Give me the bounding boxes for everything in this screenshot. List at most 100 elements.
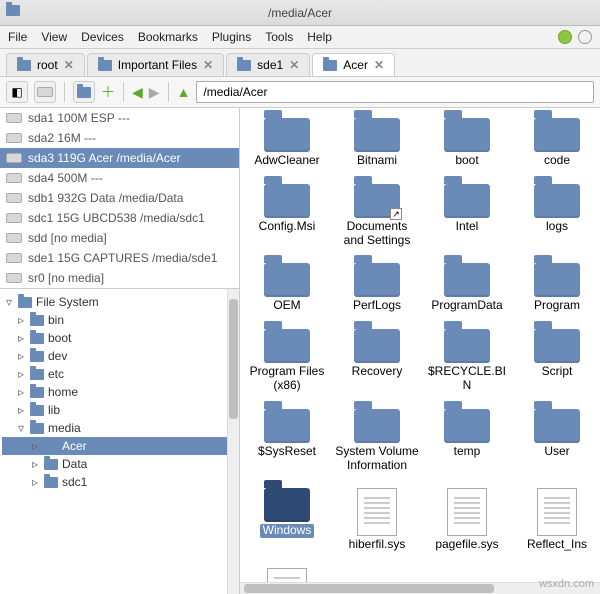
tree-node-bin[interactable]: ▹bin: [2, 311, 237, 329]
tree-label: lib: [48, 403, 60, 417]
device-row[interactable]: sda3 119G Acer /media/Acer: [0, 148, 239, 168]
folder-bitnami[interactable]: Bitnami: [334, 118, 420, 168]
folder--sysreset[interactable]: $SysReset: [244, 409, 330, 473]
folder-icon: [444, 329, 490, 363]
menu-file[interactable]: File: [8, 30, 27, 44]
device-row[interactable]: sde1 15G CAPTURES /media/sde1: [0, 248, 239, 268]
menu-help[interactable]: Help: [307, 30, 332, 44]
expand-icon[interactable]: ▿: [4, 295, 14, 309]
tree-label: File System: [36, 295, 99, 309]
tree-node-acer[interactable]: ▹Acer: [2, 437, 237, 455]
folder-oem[interactable]: OEM: [244, 263, 330, 313]
folder-perflogs[interactable]: PerfLogs: [334, 263, 420, 313]
device-label: sr0 [no media]: [28, 271, 104, 285]
folder-icon: [444, 118, 490, 152]
file-reflect-ins[interactable]: Reflect_Ins: [514, 488, 600, 552]
expand-icon[interactable]: ▹: [30, 475, 40, 489]
up-button[interactable]: ▲: [177, 84, 191, 100]
address-bar[interactable]: [196, 81, 594, 103]
tree-node-etc[interactable]: ▹etc: [2, 365, 237, 383]
folder-script[interactable]: Script: [514, 329, 600, 393]
add-icon[interactable]: ＋: [101, 82, 115, 102]
tree-node-file-system[interactable]: ▿ File System: [2, 293, 237, 311]
tree-scrollbar[interactable]: [227, 289, 239, 594]
tab-label: Acer: [343, 58, 368, 72]
item-label: PerfLogs: [353, 299, 401, 313]
file-hiberfil-sys[interactable]: hiberfil.sys: [334, 488, 420, 552]
close-icon[interactable]: ✕: [374, 58, 384, 72]
close-icon[interactable]: ✕: [203, 58, 213, 72]
expand-icon[interactable]: ▹: [16, 331, 26, 345]
folder-system-volume-information[interactable]: System Volume Information: [334, 409, 420, 473]
folder-icon: [534, 263, 580, 297]
expand-icon[interactable]: ▹: [16, 313, 26, 327]
menu-bookmarks[interactable]: Bookmarks: [138, 30, 198, 44]
menu-plugins[interactable]: Plugins: [212, 30, 251, 44]
folder-icon: [534, 118, 580, 152]
tree-node-lib[interactable]: ▹ lib: [2, 401, 237, 419]
folder-config-msi[interactable]: Config.Msi: [244, 184, 330, 248]
tree-node-home[interactable]: ▹home: [2, 383, 237, 401]
expand-icon[interactable]: ▹: [16, 349, 26, 363]
folder-logs[interactable]: logs: [514, 184, 600, 248]
tab-root[interactable]: root✕: [6, 53, 85, 76]
device-row[interactable]: sda4 500M ---: [0, 168, 239, 188]
drive-button[interactable]: [34, 81, 56, 103]
expand-icon[interactable]: ▹: [16, 367, 26, 381]
close-icon[interactable]: ✕: [289, 58, 299, 72]
expand-icon[interactable]: ▹: [16, 385, 26, 399]
folder-icon: [354, 409, 400, 443]
folder-windows[interactable]: Windows: [244, 488, 330, 552]
folder-recovery[interactable]: Recovery: [334, 329, 420, 393]
folder-icon: [30, 333, 44, 344]
close-icon[interactable]: ✕: [64, 58, 74, 72]
tab-label: Important Files: [118, 58, 197, 72]
expand-icon[interactable]: ▹: [16, 403, 26, 417]
folder-user[interactable]: User: [514, 409, 600, 473]
folder-intel[interactable]: Intel: [424, 184, 510, 248]
tree-node-boot[interactable]: ▹boot: [2, 329, 237, 347]
folder-icon: [354, 118, 400, 152]
tree-node-sdc1[interactable]: ▹sdc1: [2, 473, 237, 491]
device-row[interactable]: sdd [no media]: [0, 228, 239, 248]
folder--recycle-bin[interactable]: $RECYCLE.BIN: [424, 329, 510, 393]
back-button[interactable]: ◀: [132, 84, 143, 101]
device-row[interactable]: sdc1 15G UBCD538 /media/sdc1: [0, 208, 239, 228]
expand-icon[interactable]: ▹: [30, 457, 40, 471]
tree-node-media[interactable]: ▿media: [2, 419, 237, 437]
folder-code[interactable]: code: [514, 118, 600, 168]
folder-boot[interactable]: boot: [424, 118, 510, 168]
expand-icon[interactable]: ▹: [30, 439, 40, 453]
menu-devices[interactable]: Devices: [81, 30, 124, 44]
expand-icon[interactable]: ▿: [16, 421, 26, 435]
device-label: sdd [no media]: [28, 231, 107, 245]
folder-program[interactable]: Program: [514, 263, 600, 313]
tab-acer[interactable]: Acer ✕: [312, 53, 395, 76]
item-label: AdwCleaner: [254, 154, 319, 168]
folder-icon: ↗: [354, 184, 400, 218]
tree-node-dev[interactable]: ▹dev: [2, 347, 237, 365]
tree-node-data[interactable]: ▹Data: [2, 455, 237, 473]
status-dot-green[interactable]: [558, 30, 572, 44]
folder-adwcleaner[interactable]: AdwCleaner: [244, 118, 330, 168]
device-row[interactable]: sdb1 932G Data /media/Data: [0, 188, 239, 208]
folder-program-files-x86-[interactable]: Program Files (x86): [244, 329, 330, 393]
file-icon: [357, 488, 397, 536]
tab-sde1[interactable]: sde1✕: [226, 53, 310, 76]
folder-documents-and-settings[interactable]: ↗Documents and Settings: [334, 184, 420, 248]
folder-programdata[interactable]: ProgramData: [424, 263, 510, 313]
device-row[interactable]: sda1 100M ESP ---: [0, 108, 239, 128]
forward-button[interactable]: ▶: [149, 84, 160, 101]
tab-important-files[interactable]: Important Files ✕: [87, 53, 224, 76]
device-row[interactable]: sda2 16M ---: [0, 128, 239, 148]
folder-icon: [30, 315, 44, 326]
menu-view[interactable]: View: [41, 30, 67, 44]
file-pagefile-sys[interactable]: pagefile.sys: [424, 488, 510, 552]
drive-icon: [6, 213, 22, 223]
status-dot-grey[interactable]: [578, 30, 592, 44]
new-folder-button[interactable]: [73, 81, 95, 103]
side-panel-button[interactable]: ◧: [6, 81, 28, 103]
device-row[interactable]: sr0 [no media]: [0, 268, 239, 288]
menu-tools[interactable]: Tools: [265, 30, 293, 44]
folder-temp[interactable]: temp: [424, 409, 510, 473]
